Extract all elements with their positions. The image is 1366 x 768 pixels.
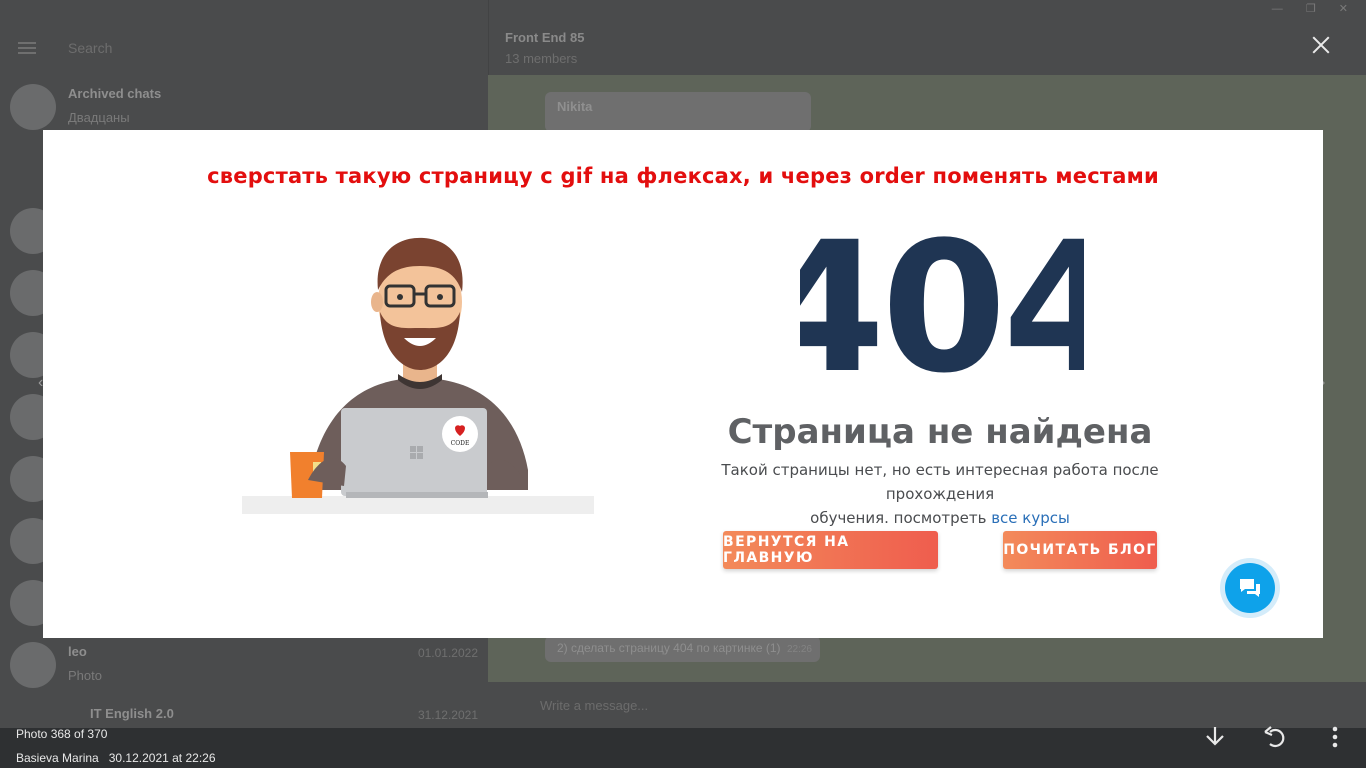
rotate-button[interactable] xyxy=(1262,724,1288,750)
photo-info: Photo 368 of 370 Basieva Marina 30.12.20… xyxy=(16,722,216,768)
rotate-icon xyxy=(1264,726,1285,748)
message-time: 22:26 xyxy=(786,644,812,655)
chat-widget-button[interactable] xyxy=(1220,558,1280,618)
message-input[interactable]: Write a message... xyxy=(540,698,648,713)
chat-row-leo[interactable]: leo Photo 01.01.2022 xyxy=(0,634,488,696)
more-vertical-icon xyxy=(1332,726,1338,748)
sticker-text: CODE xyxy=(451,440,470,447)
description-line-1: Такой страницы нет, но есть интересная р… xyxy=(721,461,1159,503)
page-description: Такой страницы нет, но есть интересная р… xyxy=(683,458,1197,530)
go-home-button[interactable]: ВЕРНУТСЯ НА ГЛАВНУЮ xyxy=(723,531,938,569)
page-heading: Страница не найдена xyxy=(727,412,1153,452)
more-button[interactable] xyxy=(1322,724,1348,750)
chat-bubble-icon xyxy=(1240,579,1260,597)
chat-row-archived[interactable]: Archived chats Двадцаны xyxy=(0,76,488,138)
chat-fab-circle xyxy=(1225,563,1275,613)
download-icon xyxy=(1206,727,1224,746)
avatar xyxy=(10,642,56,688)
download-button[interactable] xyxy=(1202,724,1228,750)
developer-illustration: CODE xyxy=(242,237,594,514)
chat-name: IT English 2.0 xyxy=(90,706,174,721)
photo-author[interactable]: Basieva Marina xyxy=(16,751,99,765)
error-code: 404 xyxy=(800,218,1084,388)
window-controls[interactable]: — ❐ ✕ xyxy=(1272,2,1358,15)
chat-header xyxy=(488,0,1366,75)
chat-subtitle: Двадцаны xyxy=(68,110,130,125)
message-bubble: 2) сделать страницу 404 по картинке (1) … xyxy=(545,636,820,662)
chat-name: leo xyxy=(68,644,87,659)
photo-counter: Photo 368 of 370 xyxy=(16,727,108,741)
photo-image: сверстать такую страницу с gif на флекса… xyxy=(43,130,1323,638)
chat-members: 13 members xyxy=(505,51,578,66)
message-text: 2) сделать страницу 404 по картинке (1) xyxy=(557,641,781,655)
search-input[interactable]: Search xyxy=(68,40,112,56)
read-blog-button[interactable]: ПОЧИТАТЬ БЛОГ xyxy=(1003,531,1157,569)
message-bubble: Nikita xyxy=(545,92,811,132)
svg-text:404: 404 xyxy=(800,218,1084,388)
task-text: сверстать такую страницу с gif на флекса… xyxy=(207,164,1159,188)
archive-icon xyxy=(10,84,56,130)
menu-icon[interactable] xyxy=(18,42,36,54)
chat-subtitle: Photo xyxy=(68,668,102,683)
courses-link[interactable]: все курсы xyxy=(991,509,1070,527)
chat-name: Archived chats xyxy=(68,86,162,101)
chat-title[interactable]: Front End 85 xyxy=(505,30,584,45)
close-viewer-button[interactable] xyxy=(1306,30,1336,60)
chat-date: 01.01.2022 xyxy=(417,646,478,660)
chat-date: 31.12.2021 xyxy=(417,708,478,722)
description-line-2: обучения. посмотреть xyxy=(810,509,992,527)
viewer-toolbar xyxy=(1202,724,1348,750)
photo-timestamp[interactable]: 30.12.2021 at 22:26 xyxy=(109,751,216,765)
message-author: Nikita xyxy=(557,99,593,114)
